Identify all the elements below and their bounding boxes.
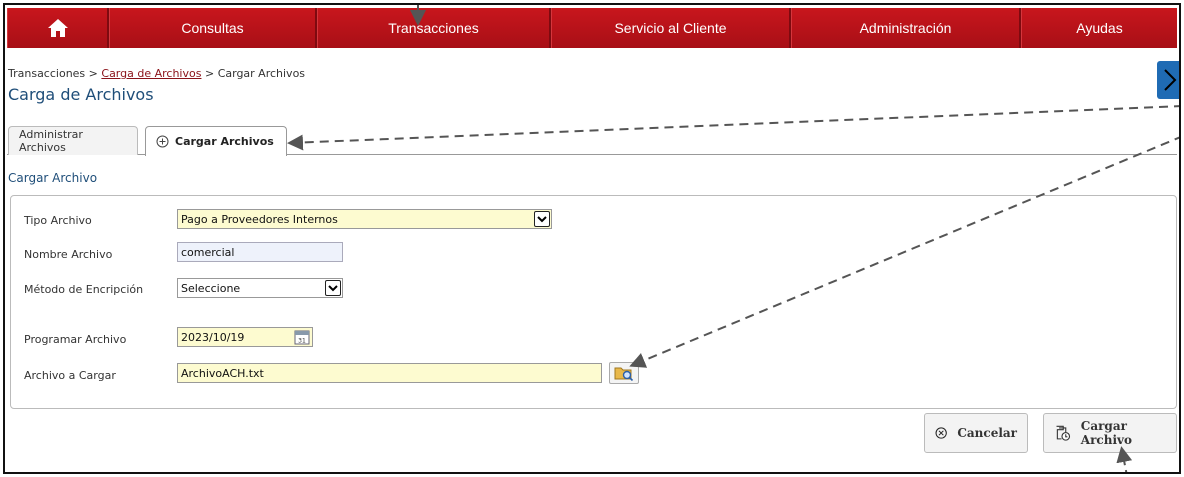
annotation-arrow: [287, 105, 1179, 151]
annotation-arrow: [629, 136, 1179, 368]
annotation-arrows-overlay: [287, 5, 1179, 472]
app-frame: Consultas Transacciones Servicio al Clie…: [3, 3, 1181, 474]
annotation-arrow: [1116, 446, 1133, 472]
